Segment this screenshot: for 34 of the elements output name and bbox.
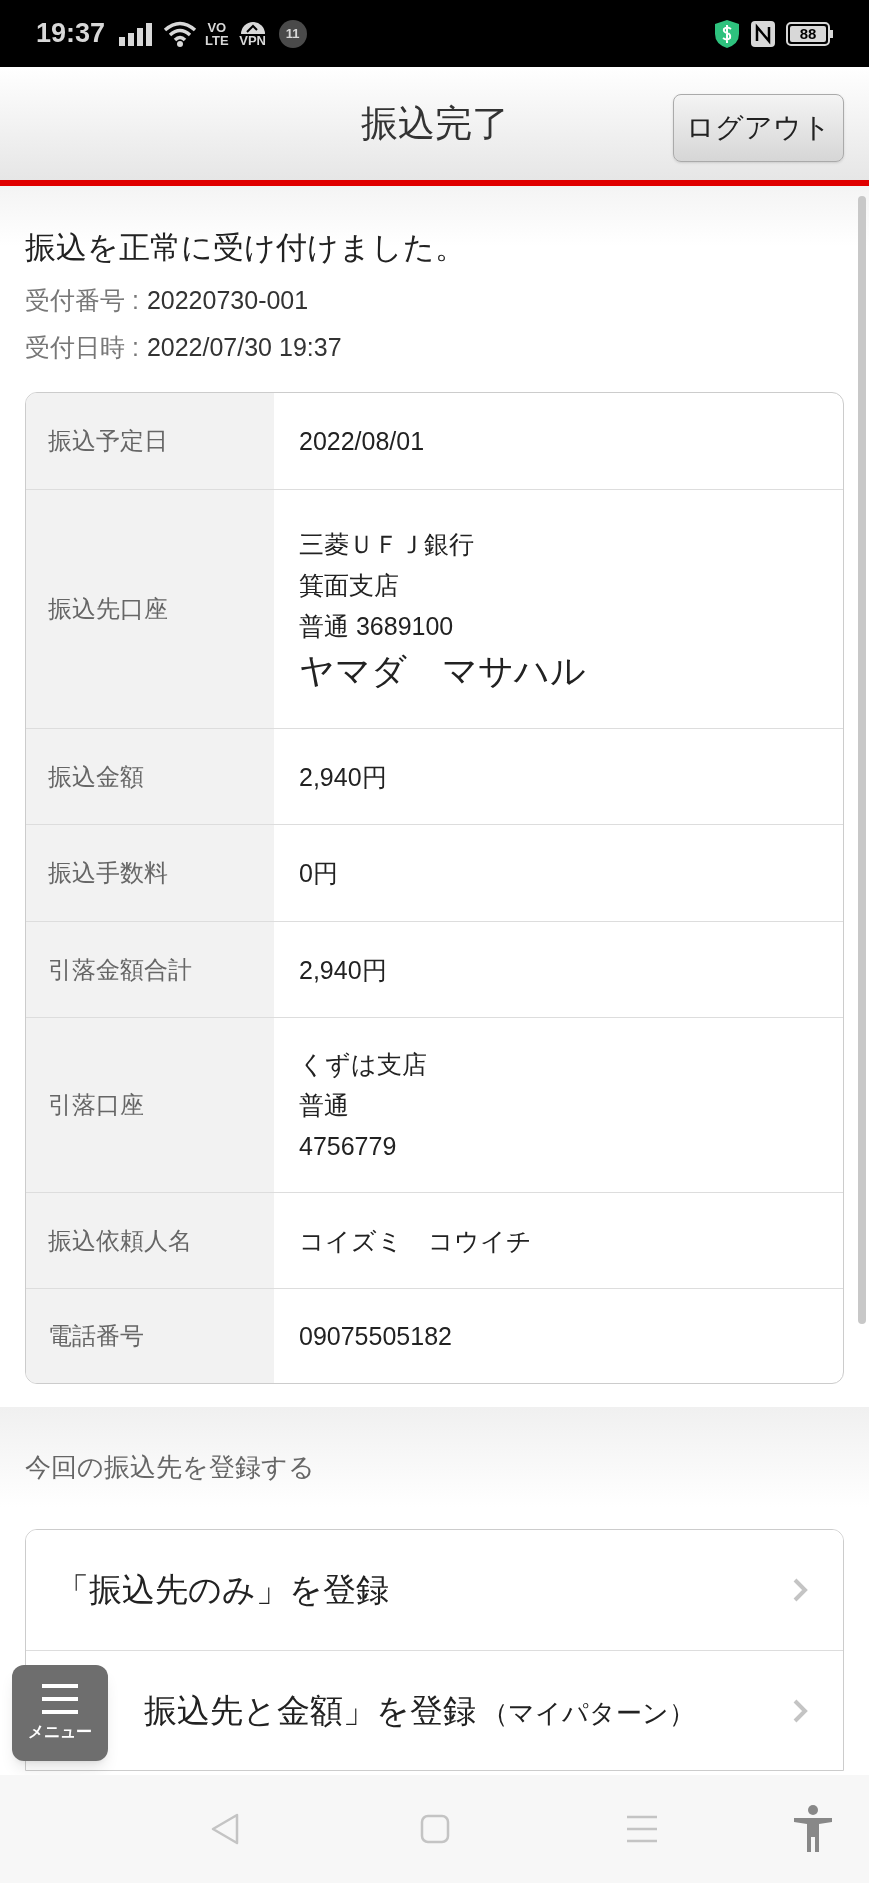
detail-value: 普通 — [299, 1090, 350, 1121]
detail-value: 09075505182 — [299, 1321, 453, 1352]
detail-value: 2022/08/01 — [299, 426, 426, 457]
detail-label: 振込予定日 — [48, 426, 168, 456]
volte-label: VO — [207, 20, 227, 34]
detail-value: コイズミ コウイチ — [299, 1225, 533, 1257]
vpn-label: VPN — [239, 34, 266, 47]
detail-label: 引落金額合計 — [48, 954, 192, 985]
detail-value: 0円 — [299, 858, 339, 889]
notification-count: 11 — [278, 19, 307, 48]
detail-value: 普通 3689100 — [299, 610, 455, 642]
detail-value: 2,940円 — [299, 761, 388, 793]
success-message: 振込を正常に受け付けました。 — [25, 229, 467, 267]
section-heading: 今回の振込先を登録する — [25, 1451, 315, 1484]
detail-label: 振込手数料 — [48, 858, 168, 888]
detail-value: 箕面支店 — [299, 569, 400, 601]
clock: 19:37 — [36, 17, 106, 51]
detail-label: 振込依頼人名 — [48, 1225, 192, 1256]
detail-value: ヤマダ マサハル — [299, 650, 587, 691]
receipt-value: 2022/07/30 19:37 — [146, 332, 342, 362]
receipt-label: 受付番号 : — [25, 285, 139, 315]
page-title: 振込完了 — [360, 101, 509, 146]
detail-value: 2,940円 — [299, 954, 388, 986]
detail-value: くずは支店 — [299, 1049, 428, 1080]
detail-label: 振込金額 — [48, 761, 144, 792]
battery-level: 88 — [790, 25, 826, 42]
detail-label: 振込先口座 — [48, 594, 168, 624]
volte-label: LTE — [205, 33, 229, 47]
detail-label: 引落口座 — [48, 1090, 144, 1120]
detail-value: 三菱ＵＦＪ銀行 — [299, 528, 475, 560]
receipt-value: 20220730-001 — [146, 285, 309, 315]
detail-value: 4756779 — [299, 1131, 398, 1162]
detail-label: 電話番号 — [48, 1321, 144, 1351]
receipt-label: 受付日時 : — [25, 332, 139, 362]
